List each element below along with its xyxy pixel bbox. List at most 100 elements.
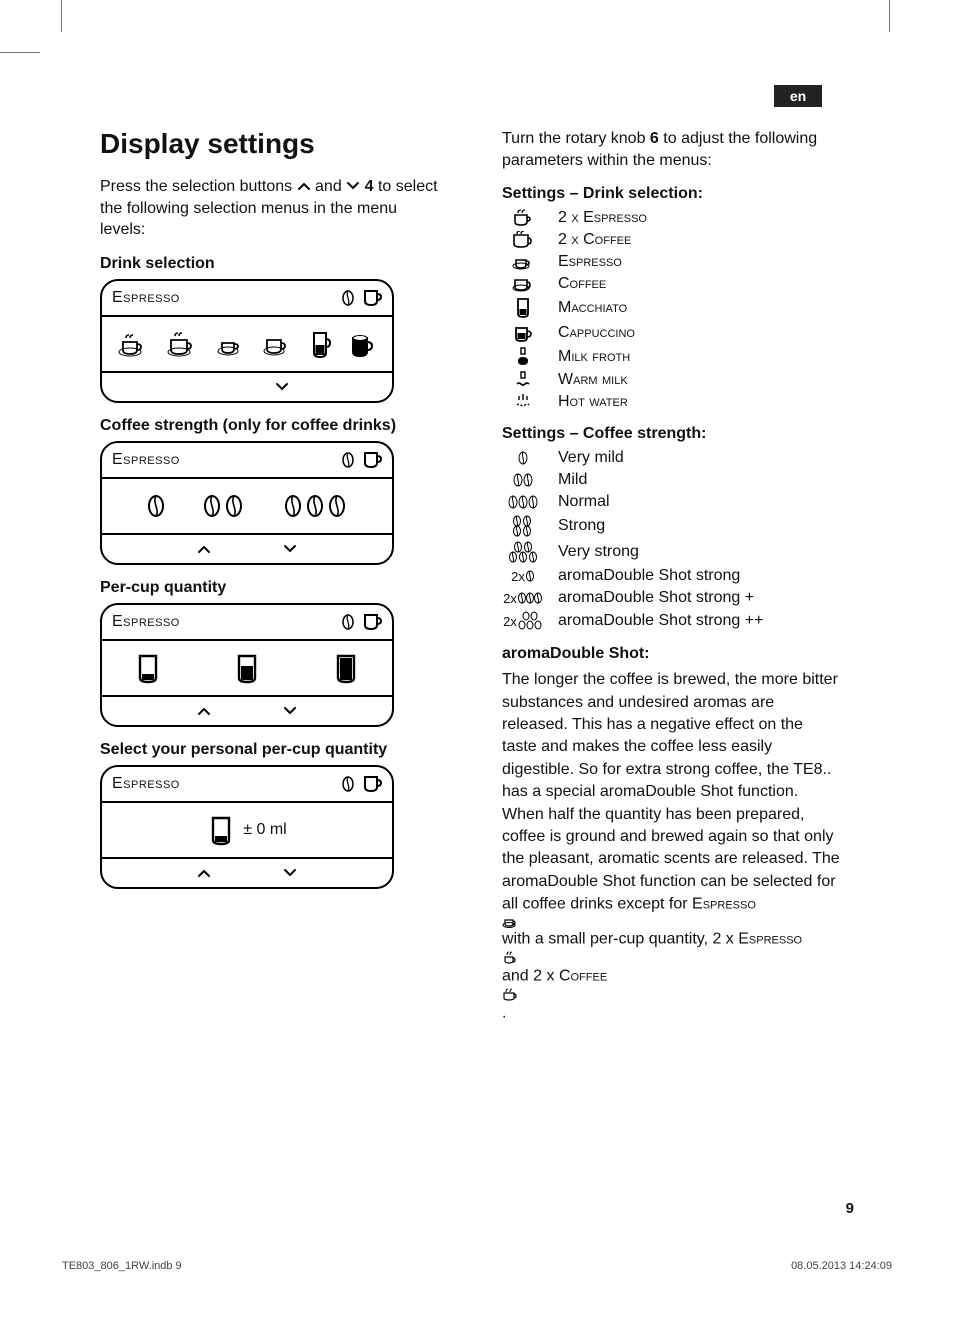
drink-label: Warm milk: [558, 371, 628, 389]
aroma-2x-3-icon: 2x: [502, 591, 544, 606]
bean-icon: [340, 452, 356, 468]
list-item: Cappuccino: [502, 323, 840, 343]
list-item: 2x aromaDouble Shot strong +: [502, 589, 840, 607]
strength-label: aromaDouble Shot strong +: [558, 589, 754, 607]
chevron-down-icon: [282, 706, 298, 716]
panel-head: Espresso: [102, 605, 392, 639]
strength-label: Mild: [558, 471, 587, 489]
content-area: Display settings Press the selection but…: [100, 128, 840, 1036]
panel-foot: [102, 373, 392, 401]
section-coffee-strength-title: Coffee strength (only for coffee drinks): [100, 417, 438, 435]
panel-head: Espresso: [102, 281, 392, 315]
page-number: 9: [846, 1200, 854, 1217]
double-espresso-icon: [502, 209, 544, 227]
espresso-icon: [502, 916, 840, 928]
bean-3-icon: [502, 495, 544, 509]
panel-body: [102, 315, 392, 373]
list-item: Macchiato: [502, 297, 840, 319]
manual-page: en Display settings Press the selection …: [0, 0, 954, 1318]
aroma-esp-label: Espresso: [692, 896, 756, 913]
drink-label: Espresso: [558, 253, 622, 271]
double-coffee-icon: [502, 988, 840, 1002]
chevron-down-icon: [346, 181, 360, 191]
double-coffee-icon: [167, 330, 201, 358]
cappuccino-icon: [502, 323, 544, 343]
strength-label: aromaDouble Shot strong ++: [558, 612, 763, 630]
cappuccino-icon: [348, 330, 376, 358]
list-item: Espresso: [502, 253, 840, 271]
double-espresso-icon: [502, 951, 840, 965]
drink-list: 2 x Espresso 2 x Coffee Espresso Coffee …: [502, 209, 840, 411]
bean-icon: [340, 614, 356, 630]
panel-body: [102, 639, 392, 697]
macchiato-icon: [308, 329, 332, 359]
bean-4-icon: [502, 515, 544, 537]
chevron-down-icon: [282, 544, 298, 554]
list-item: 2x aromaDouble Shot strong: [502, 567, 840, 585]
panel-label: Espresso: [112, 613, 180, 631]
fill-low-icon: [207, 814, 235, 846]
chevron-up-icon: [196, 706, 212, 716]
aroma-esp2-label: Espresso: [738, 930, 802, 947]
intro-paragraph: Press the selection buttons and 4 to sel…: [100, 176, 438, 241]
bean-icon: [340, 776, 356, 792]
list-item: Strong: [502, 515, 840, 537]
panel-label: Espresso: [112, 451, 180, 469]
aroma-2x-5-icon: 2x: [502, 611, 544, 631]
aroma-title: aromaDouble Shot:: [502, 645, 840, 663]
aroma-2x-1-icon: 2x: [502, 569, 544, 584]
list-item: Very mild: [502, 449, 840, 467]
drink-label: Hot water: [558, 393, 628, 411]
strength-list: Very mild Mild Normal Strong Very strong…: [502, 449, 840, 631]
warm-milk-icon: [502, 371, 544, 389]
list-item: 2 x Coffee: [502, 231, 840, 249]
drink-label: Macchiato: [558, 299, 627, 317]
list-item: 2 x Espresso: [502, 209, 840, 227]
coffee-icon: [502, 276, 544, 292]
chevron-up-icon: [196, 544, 212, 554]
aroma-text-and: and 2 x: [502, 967, 559, 984]
double-espresso-icon: [118, 330, 152, 358]
footer-timestamp: 08.05.2013 14:24:09: [791, 1260, 892, 1272]
aroma-text-a: The longer the coffee is brewed, the mor…: [502, 671, 840, 912]
strength-label: Normal: [558, 493, 610, 511]
list-item: Warm milk: [502, 371, 840, 389]
drink-label: Milk froth: [558, 348, 630, 366]
aroma-text-mid: with a small per-cup quantity, 2 x: [502, 930, 738, 947]
knob-number-6: 6: [650, 130, 659, 147]
drink-label: 2 x Coffee: [558, 231, 631, 249]
panel-foot: [102, 697, 392, 725]
list-item: Mild: [502, 471, 840, 489]
bean-2-icon: [201, 494, 247, 518]
cup-icon: [362, 289, 382, 307]
list-item: Normal: [502, 493, 840, 511]
chevron-down-icon: [274, 382, 290, 392]
chevron-up-icon: [297, 181, 311, 191]
list-item: Coffee: [502, 275, 840, 293]
drink-label: Cappuccino: [558, 324, 635, 342]
crop-mark-horizontal: [0, 52, 40, 53]
bean-1-icon: [145, 494, 167, 518]
display-panel-per-cup: Espresso: [100, 603, 394, 727]
strength-label: aromaDouble Shot strong: [558, 567, 740, 585]
hot-water-icon: [502, 393, 544, 411]
espresso-icon: [502, 254, 544, 270]
strength-label: Very strong: [558, 543, 639, 561]
right-intro-a: Turn the rotary knob: [502, 130, 650, 147]
espresso-icon: [217, 331, 247, 357]
right-column: Turn the rotary knob 6 to adjust the fol…: [502, 128, 840, 1036]
chevron-up-icon: [196, 868, 212, 878]
cup-icon: [362, 451, 382, 469]
bean-5-icon: [502, 541, 544, 563]
aroma-coffee-label: Coffee: [559, 967, 607, 984]
panel-label: Espresso: [112, 289, 180, 307]
strength-label: Strong: [558, 517, 605, 535]
intro-text-b: and: [315, 178, 346, 195]
section-drink-selection-title: Drink selection: [100, 255, 438, 273]
language-tag: en: [774, 85, 822, 107]
ml-label: ± 0 ml: [243, 821, 286, 839]
right-intro: Turn the rotary knob 6 to adjust the fol…: [502, 128, 840, 171]
display-panel-coffee-strength: Espresso: [100, 441, 394, 565]
cup-icon: [362, 613, 382, 631]
panel-head: Espresso: [102, 767, 392, 801]
